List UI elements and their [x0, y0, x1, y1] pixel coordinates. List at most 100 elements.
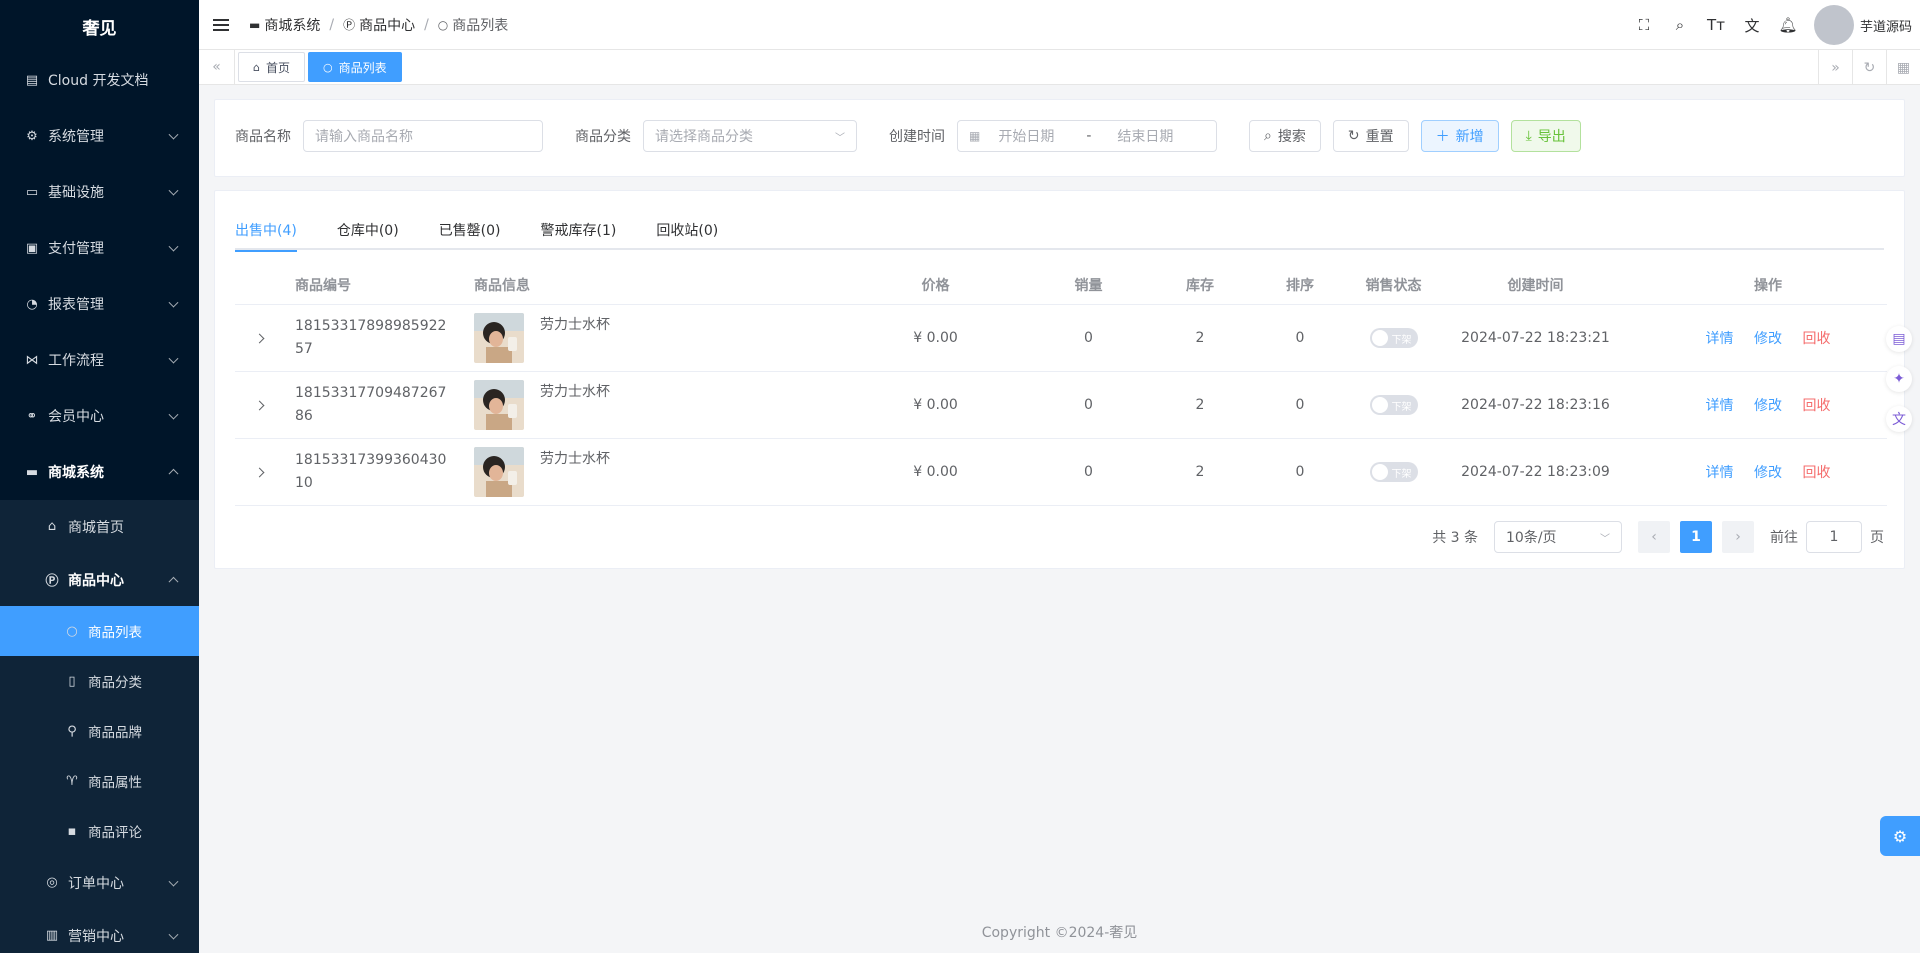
date-range-picker[interactable]: ▦ 开始日期 - 结束日期 — [957, 120, 1217, 152]
wallet-icon: ▣ — [25, 240, 39, 256]
username[interactable]: 芋道源码 — [1860, 16, 1912, 35]
fullscreen-icon[interactable]: ⛶ — [1626, 16, 1662, 34]
tab-alert-stock[interactable]: 警戒库存(1) — [541, 220, 617, 250]
breadcrumb-item[interactable]: Ⓟ 商品中心 — [343, 15, 415, 35]
bike-icon: ⚭ — [26, 408, 38, 424]
sidebar-item-label: 商品品牌 — [88, 725, 142, 741]
detail-link[interactable]: 详情 — [1706, 331, 1734, 347]
sidebar-item-goods-category[interactable]: ▯ 商品分类 — [0, 656, 199, 706]
chevron-up-icon — [168, 576, 179, 587]
sidebar-item-mall[interactable]: ▬ 商城系统 — [0, 444, 199, 500]
chevron-down-icon — [168, 353, 179, 364]
goods-info: 劳力士水杯 — [474, 380, 847, 430]
sidebar-item-goods-center[interactable]: Ⓟ 商品中心 — [0, 553, 199, 606]
header-info: 商品信息 — [474, 277, 530, 294]
name-input[interactable]: 请输入商品名称 — [303, 120, 543, 152]
page-number[interactable]: 1 — [1680, 521, 1712, 553]
sidebar-item-system[interactable]: ⚙ 系统管理 — [0, 108, 199, 164]
sidebar-item-mall-home[interactable]: ⌂ 商城首页 — [0, 500, 199, 553]
edit-link[interactable]: 修改 — [1754, 331, 1782, 347]
marketing-icon: ▥ — [45, 928, 59, 943]
expand-toggle[interactable] — [235, 330, 283, 346]
goods-price: ¥ 0.00 — [913, 330, 958, 346]
sidebar-item-label: 商品属性 — [88, 775, 142, 791]
search-icon[interactable]: ⌕ — [1662, 16, 1698, 34]
breadcrumb-separator: / — [329, 16, 335, 33]
goto-page-input[interactable]: 1 — [1806, 521, 1862, 553]
header-ops: 操作 — [1754, 277, 1782, 294]
recycle-link[interactable]: 回收 — [1802, 331, 1830, 347]
scroll-left-icon[interactable]: « — [199, 49, 235, 85]
detail-link[interactable]: 详情 — [1706, 465, 1734, 481]
sidebar-item-goods-brand[interactable]: ⚲ 商品品牌 — [0, 706, 199, 756]
sidebar-item-label: 工作流程 — [48, 353, 104, 369]
refresh-icon[interactable]: ↻ — [1852, 50, 1886, 85]
chevron-down-icon — [168, 876, 179, 887]
search-button[interactable]: ⌕ 搜索 — [1249, 120, 1321, 152]
expand-toggle[interactable] — [235, 397, 283, 413]
sidebar-item-infra[interactable]: ▭ 基础设施 — [0, 164, 199, 220]
goods-thumbnail[interactable] — [474, 380, 524, 430]
sparkle-icon[interactable]: ✦ — [1886, 366, 1912, 392]
tab-on-sale[interactable]: 出售中(4) — [235, 220, 297, 252]
app-logo[interactable]: 奢见 — [0, 0, 199, 52]
apple-icon: ○ — [66, 623, 78, 639]
sidebar: 奢见 ▤ Cloud 开发文档 ⚙ 系统管理 ▭ 基础设施 ▣ 支付管理 ◔ 报… — [0, 0, 199, 953]
sidebar-item-label: 基础设施 — [48, 185, 104, 201]
sidebar-item-goods-attr[interactable]: ♈ 商品属性 — [0, 756, 199, 806]
sale-status-switch[interactable]: 下架 — [1369, 328, 1418, 348]
prev-page-button[interactable]: ‹ — [1638, 521, 1670, 553]
settings-gear-icon[interactable]: ⚙ — [1880, 816, 1920, 856]
export-button[interactable]: ⤓ 导出 — [1510, 120, 1581, 152]
document-icon[interactable]: ▤ — [1886, 326, 1912, 352]
detail-link[interactable]: 详情 — [1706, 398, 1734, 414]
breadcrumb-item[interactable]: ▬ 商城系统 — [249, 15, 320, 35]
tab-sold-out[interactable]: 已售罄(0) — [439, 220, 501, 250]
goods-thumbnail[interactable] — [474, 313, 524, 363]
grid-menu-icon[interactable]: ▦ — [1886, 50, 1920, 85]
sidebar-item-cloud-docs[interactable]: ▤ Cloud 开发文档 — [0, 52, 199, 108]
sidebar-item-report[interactable]: ◔ 报表管理 — [0, 276, 199, 332]
sale-status-switch[interactable]: 下架 — [1369, 462, 1418, 482]
goods-sort: 0 — [1295, 397, 1305, 413]
hamburger-menu-icon[interactable] — [213, 18, 229, 31]
tag-home[interactable]: ⌂ 首页 — [238, 52, 305, 82]
translate-icon[interactable]: 文 — [1734, 15, 1770, 36]
translate-icon[interactable]: 文 — [1886, 406, 1912, 432]
recycle-link[interactable]: 回收 — [1802, 465, 1830, 481]
goods-name: 劳力士水杯 — [540, 384, 610, 400]
goods-id: 1815331789898592257 — [295, 318, 447, 357]
tab-warehouse[interactable]: 仓库中(0) — [337, 220, 399, 250]
sidebar-item-marketing[interactable]: ▥ 营销中心 — [0, 909, 199, 953]
scroll-right-icon[interactable]: » — [1818, 50, 1852, 85]
monitor-icon: ▭ — [25, 184, 39, 200]
reset-button[interactable]: ↻ 重置 — [1332, 120, 1409, 152]
sidebar-item-member[interactable]: ⚭ 会员中心 — [0, 388, 199, 444]
sale-status-switch[interactable]: 下架 — [1369, 395, 1418, 415]
avatar[interactable] — [1813, 5, 1854, 45]
recycle-link[interactable]: 回收 — [1802, 398, 1830, 414]
edit-link[interactable]: 修改 — [1754, 465, 1782, 481]
sidebar-item-goods-comment[interactable]: ▪ 商品评论 — [0, 806, 199, 856]
goods-thumbnail[interactable] — [474, 447, 524, 497]
header-sales: 销量 — [1074, 277, 1103, 294]
add-button[interactable]: ＋新增 — [1420, 120, 1499, 152]
header-id: 商品编号 — [295, 277, 351, 294]
sidebar-item-pay[interactable]: ▣ 支付管理 — [0, 220, 199, 276]
tab-recycle[interactable]: 回收站(0) — [656, 220, 718, 250]
expand-toggle[interactable] — [235, 464, 283, 480]
copyright-footer: Copyright ©2024-奢见 — [981, 925, 1138, 941]
sidebar-item-goods-list[interactable]: ○ 商品列表 — [0, 606, 199, 656]
edit-link[interactable]: 修改 — [1754, 398, 1782, 414]
sidebar-item-order-center[interactable]: ◎ 订单中心 — [0, 856, 199, 909]
page-size-select[interactable]: 10条/页 ﹀ — [1494, 521, 1622, 553]
shop-icon: ▬ — [249, 17, 261, 32]
bell-icon[interactable]: 🔔︎ — [1770, 16, 1806, 34]
category-select[interactable]: 请选择商品分类 ﹀ — [643, 120, 857, 152]
font-size-icon[interactable]: Tт — [1698, 16, 1734, 34]
sidebar-item-workflow[interactable]: ⋈ 工作流程 — [0, 332, 199, 388]
next-page-button[interactable]: › — [1722, 521, 1754, 553]
tag-goods-list[interactable]: ○ 商品列表 — [308, 52, 402, 82]
workflow-icon: ⋈ — [25, 352, 39, 368]
sidebar-item-label: 商品评论 — [88, 825, 142, 841]
